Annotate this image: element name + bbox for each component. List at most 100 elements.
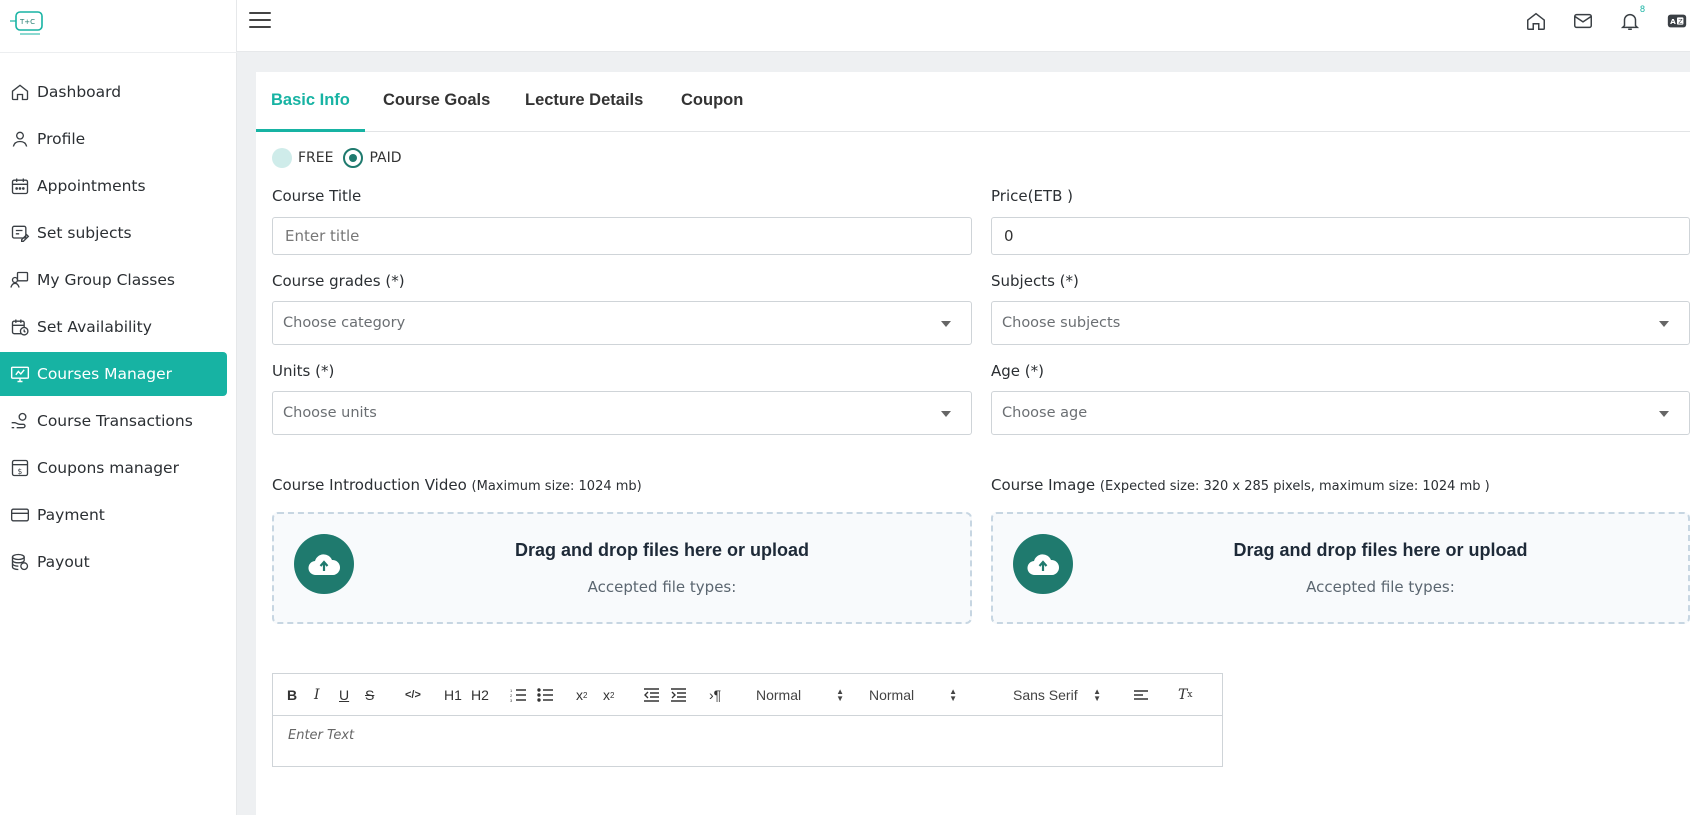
- chevron-down-icon: [1659, 321, 1669, 327]
- subjects-placeholder: Choose subjects: [1002, 315, 1121, 331]
- price-input[interactable]: 0: [991, 217, 1690, 255]
- mail-icon[interactable]: [1572, 10, 1596, 34]
- sidebar-item-label: Payout: [37, 553, 90, 571]
- top-bar: 8 AZ: [237, 0, 1690, 52]
- hand-coin-icon: [10, 411, 30, 431]
- outdent-icon[interactable]: [643, 685, 659, 705]
- tab-basic-info[interactable]: Basic Info: [256, 72, 365, 132]
- cloud-upload-icon: [1013, 534, 1073, 594]
- free-radio[interactable]: [272, 148, 292, 168]
- calendar-icon: [10, 176, 30, 196]
- course-tabs: Basic Info Course Goals Lecture Details …: [256, 72, 1690, 132]
- subjects-select[interactable]: Choose subjects: [991, 301, 1690, 345]
- text-direction-icon[interactable]: ›¶: [709, 685, 721, 705]
- free-label: FREE: [298, 150, 334, 166]
- h2-icon[interactable]: H2: [471, 685, 489, 705]
- svg-text:$: $: [18, 467, 23, 476]
- size-select[interactable]: Normal ▲ ▼: [869, 685, 957, 705]
- sidebar-item-appointments[interactable]: Appointments: [0, 164, 227, 208]
- units-select[interactable]: Choose units: [272, 391, 972, 435]
- subjects-label: Subjects (*): [991, 272, 1079, 290]
- sidebar-item-label: My Group Classes: [37, 271, 175, 289]
- clear-format-icon[interactable]: Tx: [1178, 685, 1192, 705]
- sidebar-item-payout[interactable]: Payout: [0, 540, 227, 584]
- age-label: Age (*): [991, 362, 1044, 380]
- app-logo[interactable]: T+C: [8, 8, 48, 40]
- bell-icon[interactable]: 8: [1619, 4, 1645, 34]
- sidebar: T+C Dashboard Profile Appointments Set s…: [0, 0, 237, 815]
- course-grades-select[interactable]: Choose category: [272, 301, 972, 345]
- home-icon[interactable]: [1525, 10, 1549, 34]
- pricing-toggle: FREE PAID: [272, 148, 412, 168]
- tab-course-goals[interactable]: Course Goals: [383, 72, 490, 132]
- sidebar-item-set-availability[interactable]: Set Availability: [0, 305, 227, 349]
- intro-video-title: Course Introduction Video: [272, 476, 467, 494]
- sidebar-item-courses-manager[interactable]: Courses Manager: [0, 352, 227, 396]
- bold-icon[interactable]: B: [287, 685, 297, 705]
- underline-icon[interactable]: U: [339, 685, 349, 705]
- italic-icon[interactable]: I: [314, 685, 320, 705]
- align-icon[interactable]: [1133, 685, 1149, 705]
- units-placeholder: Choose units: [283, 405, 377, 421]
- presentation-icon: [10, 364, 30, 384]
- sidebar-item-coupons-manager[interactable]: $ Coupons manager: [0, 446, 227, 490]
- bullet-list-icon[interactable]: [537, 685, 553, 705]
- course-title-input[interactable]: Enter title: [272, 217, 972, 255]
- card-icon: [10, 505, 30, 525]
- calendar-clock-icon: [10, 317, 30, 337]
- intro-video-hint: (Maximum size: 1024 mb): [471, 479, 642, 494]
- course-image-hint: (Expected size: 320 x 285 pixels, maximu…: [1099, 479, 1490, 494]
- size-select-value: Normal: [869, 687, 915, 703]
- intro-video-label: Course Introduction Video (Maximum size:…: [272, 476, 642, 494]
- home-icon: [10, 82, 30, 102]
- sidebar-item-set-subjects[interactable]: Set subjects: [0, 211, 227, 255]
- sidebar-item-label: Set subjects: [37, 224, 132, 242]
- svg-text:T+C: T+C: [19, 18, 35, 26]
- course-image-label: Course Image (Expected size: 320 x 285 p…: [991, 476, 1490, 494]
- video-dropzone[interactable]: Drag and drop files here or upload Accep…: [272, 512, 972, 624]
- sidebar-item-dashboard[interactable]: Dashboard: [0, 70, 227, 114]
- course-image-title: Course Image: [991, 476, 1096, 494]
- select-arrows-icon: ▲ ▼: [949, 687, 957, 703]
- course-grades-label: Course grades (*): [272, 272, 405, 290]
- subscript-icon[interactable]: x2: [576, 685, 587, 705]
- top-actions: 8 AZ: [1502, 4, 1690, 34]
- chevron-down-icon: [941, 321, 951, 327]
- chevron-down-icon: [1659, 411, 1669, 417]
- tab-lecture-details[interactable]: Lecture Details: [525, 72, 643, 132]
- strike-icon[interactable]: S: [365, 685, 374, 705]
- menu-toggle-icon[interactable]: [249, 12, 271, 30]
- editor-text-area[interactable]: Enter Text: [273, 716, 1222, 755]
- code-icon[interactable]: </>: [405, 685, 421, 705]
- cloud-upload-icon: [294, 534, 354, 594]
- sidebar-item-course-transactions[interactable]: Course Transactions: [0, 399, 227, 443]
- sidebar-item-my-group-classes[interactable]: My Group Classes: [0, 258, 227, 302]
- font-select-value: Sans Serif: [1013, 687, 1078, 703]
- sidebar-item-profile[interactable]: Profile: [0, 117, 227, 161]
- svg-text:3: 3: [510, 698, 513, 702]
- header-select-value: Normal: [756, 687, 802, 703]
- paid-radio[interactable]: [343, 148, 364, 168]
- dropzone-title: Drag and drop files here or upload: [1233, 540, 1528, 560]
- sidebar-item-payment[interactable]: Payment: [0, 493, 227, 537]
- indent-icon[interactable]: [670, 685, 686, 705]
- tab-coupon[interactable]: Coupon: [681, 72, 743, 132]
- h1-icon[interactable]: H1: [444, 685, 462, 705]
- header-select[interactable]: Normal ▲ ▼: [756, 685, 844, 705]
- coupon-icon: $: [10, 458, 30, 478]
- sidebar-divider: [0, 52, 237, 53]
- notification-badge: 8: [1639, 4, 1645, 14]
- font-select[interactable]: Sans Serif ▲ ▼: [1013, 685, 1101, 705]
- sidebar-item-label: Appointments: [37, 177, 146, 195]
- subjects-icon: [10, 223, 30, 243]
- superscript-icon[interactable]: x2: [603, 685, 614, 705]
- rich-text-editor: B I U S </> H1 H2 123 x2 x2 ›¶ Normal ▲ …: [272, 673, 1223, 767]
- course-grades-placeholder: Choose category: [283, 315, 406, 331]
- language-icon[interactable]: AZ: [1666, 10, 1690, 34]
- select-arrows-icon: ▲ ▼: [1093, 687, 1101, 703]
- dropzone-accepted-types: Accepted file types:: [1306, 578, 1455, 596]
- ordered-list-icon[interactable]: 123: [510, 685, 526, 705]
- age-select[interactable]: Choose age: [991, 391, 1690, 435]
- user-icon: [10, 129, 30, 149]
- image-dropzone[interactable]: Drag and drop files here or upload Accep…: [991, 512, 1690, 624]
